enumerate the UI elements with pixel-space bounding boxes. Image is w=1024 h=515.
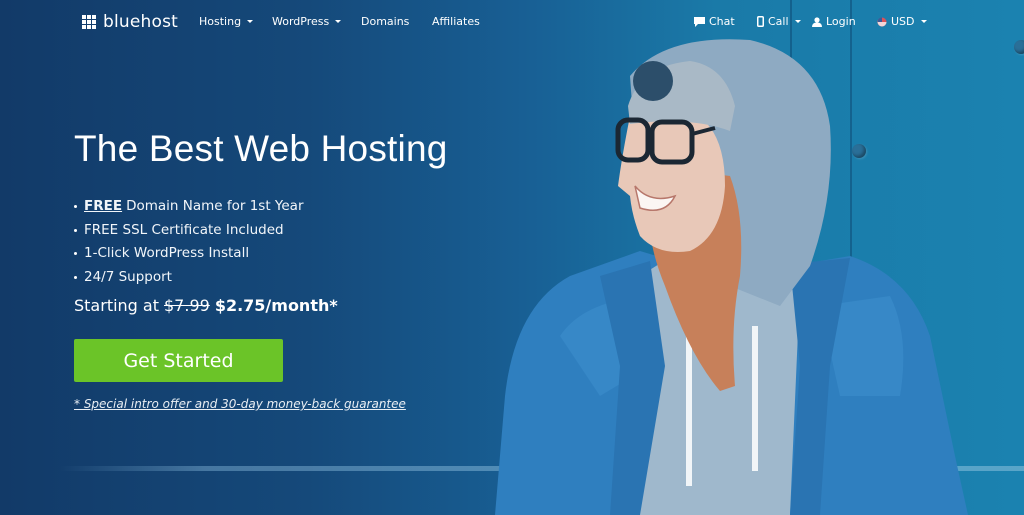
chat-label: Chat <box>709 15 735 28</box>
caret-down-icon <box>247 20 254 23</box>
feature-text: FREE SSL Certificate Included <box>84 221 284 238</box>
pricing-line: Starting at $7.99 $2.75/month* <box>74 296 338 315</box>
drawstring <box>752 326 758 471</box>
feature-highlight: FREE <box>84 198 123 214</box>
nav-item-domains[interactable]: Domains <box>361 15 409 28</box>
bullet-icon <box>74 205 77 209</box>
caret-down-icon <box>920 20 927 23</box>
currency-dropdown[interactable]: USD <box>877 15 927 28</box>
old-price: $7.99 <box>164 296 210 315</box>
face <box>618 110 725 252</box>
login-link[interactable]: Login <box>812 15 856 28</box>
feature-item: FREE SSL Certificate Included <box>74 219 304 243</box>
us-flag-icon <box>877 17 887 26</box>
user-icon <box>812 16 822 27</box>
phone-icon <box>757 16 764 27</box>
feature-list: FREE Domain Name for 1st Year FREE SSL C… <box>74 195 304 289</box>
top-navigation: bluehost Hosting WordPress Domains Affil… <box>0 0 1024 44</box>
nav-item-hosting[interactable]: Hosting <box>199 15 254 28</box>
nav-label: Domains <box>361 15 410 28</box>
call-label: Call <box>768 15 789 28</box>
nav-item-wordpress[interactable]: WordPress <box>272 15 342 28</box>
get-started-button[interactable]: Get Started <box>74 339 283 382</box>
nav-label: WordPress <box>272 15 330 28</box>
call-dropdown[interactable]: Call <box>757 15 801 28</box>
drawstring <box>686 326 692 486</box>
feature-item: 1-Click WordPress Install <box>74 242 304 266</box>
price-prefix: Starting at <box>74 296 159 315</box>
caret-down-icon <box>335 20 342 23</box>
brand-name: bluehost <box>103 12 179 32</box>
nav-label: Affiliates <box>432 15 480 28</box>
nav-item-affiliates[interactable]: Affiliates <box>432 15 480 28</box>
currency-label: USD <box>891 15 915 28</box>
feature-text: Domain Name for 1st Year <box>126 198 304 214</box>
nav-label: Hosting <box>199 15 242 28</box>
chat-link[interactable]: Chat <box>694 15 735 28</box>
login-label: Login <box>826 15 856 28</box>
hero-photo-woman <box>495 39 968 515</box>
beanie-patch <box>633 61 673 101</box>
feature-item: 24/7 Support <box>74 266 304 290</box>
bluehost-logo[interactable]: bluehost <box>82 12 178 32</box>
feature-text: 1-Click WordPress Install <box>84 245 250 261</box>
feature-item: FREE Domain Name for 1st Year <box>74 195 304 219</box>
feature-text: 24/7 Support <box>84 268 172 285</box>
hero-headline: The Best Web Hosting <box>74 128 448 169</box>
bullet-icon <box>74 252 77 256</box>
grid-icon <box>82 15 96 29</box>
guarantee-link[interactable]: * Special intro offer and 30-day money-b… <box>74 397 406 411</box>
bullet-icon <box>74 228 77 232</box>
chat-icon <box>694 16 705 27</box>
bullet-icon <box>74 275 77 279</box>
new-price: $2.75/month* <box>214 296 338 315</box>
caret-down-icon <box>794 20 801 23</box>
